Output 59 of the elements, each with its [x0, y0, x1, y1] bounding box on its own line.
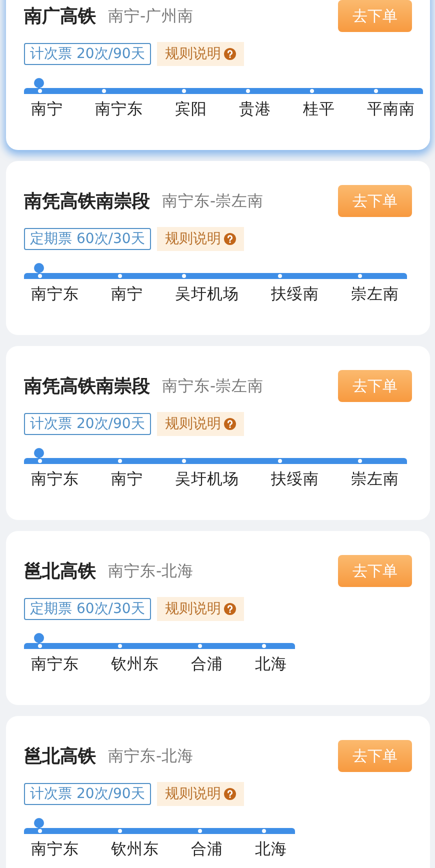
help-icon	[224, 788, 236, 800]
station-name: 合浦	[191, 839, 223, 860]
route-card[interactable]: 邕北高铁 南宁东-北海 去下单 计次票 20次/90天 规则说明 南宁东 钦州东 合浦 北海	[6, 716, 430, 868]
rules-link[interactable]: 规则说明	[156, 227, 244, 251]
station-name: 吴圩机场	[175, 284, 239, 305]
rules-link[interactable]: 规则说明	[156, 42, 244, 66]
help-icon	[224, 603, 236, 615]
help-icon	[224, 418, 236, 430]
station-name: 南宁东	[31, 839, 79, 860]
station-name: 北海	[255, 654, 287, 675]
order-button[interactable]: 去下单	[338, 370, 412, 402]
ticket-tag: 计次票 20次/90天	[24, 413, 151, 435]
rules-link[interactable]: 规则说明	[156, 412, 244, 436]
route-text: 南宁-广州南	[108, 6, 195, 26]
ticket-tag: 计次票 20次/90天	[24, 43, 151, 65]
station-name: 南宁	[111, 469, 143, 490]
station-name: 钦州东	[111, 654, 159, 675]
station-name: 贵港	[239, 99, 271, 120]
station-name: 合浦	[191, 654, 223, 675]
station-name: 南宁东	[31, 469, 79, 490]
line-name: 南凭高铁南崇段	[24, 375, 150, 398]
station-name: 南宁东	[31, 284, 79, 305]
station-name: 南宁	[111, 284, 143, 305]
rules-link[interactable]: 规则说明	[156, 782, 244, 806]
ticket-tag: 计次票 20次/90天	[24, 783, 151, 805]
station-name: 南宁东	[31, 654, 79, 675]
rules-link[interactable]: 规则说明	[156, 597, 244, 621]
station-name: 南宁东	[95, 99, 143, 120]
line-name: 邕北高铁	[24, 560, 96, 583]
order-button[interactable]: 去下单	[338, 0, 412, 32]
line-name: 邕北高铁	[24, 745, 96, 768]
route-card[interactable]: 邕北高铁 南宁东-北海 去下单 定期票 60次/30天 规则说明 南宁东 钦州东 合浦 北海	[6, 531, 430, 705]
station-name: 桂平	[303, 99, 335, 120]
order-button[interactable]: 去下单	[338, 740, 412, 772]
route-card[interactable]: 南凭高铁南崇段 南宁东-崇左南 去下单 计次票 20次/90天 规则说明 南宁东 南宁 吴圩机场 扶绥南 崇左南	[6, 346, 430, 520]
station-name: 崇左南	[351, 469, 399, 490]
station-name: 宾阳	[175, 99, 207, 120]
route-text: 南宁东-北海	[108, 560, 195, 582]
line-name: 南广高铁	[24, 5, 96, 28]
station-name: 扶绥南	[271, 284, 319, 305]
route-text: 南宁东-北海	[108, 746, 195, 766]
ticket-tag: 定期票 60次/30天	[24, 598, 151, 620]
route-card[interactable]: 南广高铁 南宁-广州南 去下单 计次票 20次/90天 规则说明 南宁 南宁东 宾阳 贵港 桂平 平南南	[6, 0, 430, 150]
station-name: 平南南	[367, 99, 415, 120]
help-icon	[224, 233, 236, 245]
route-text: 南宁东-崇左南	[162, 190, 265, 212]
help-icon	[224, 48, 236, 60]
station-name: 钦州东	[111, 839, 159, 860]
line-name: 南凭高铁南崇段	[24, 190, 150, 213]
station-name: 南宁	[31, 99, 63, 120]
order-button[interactable]: 去下单	[338, 185, 412, 217]
station-name: 吴圩机场	[175, 469, 239, 490]
route-text: 南宁东-崇左南	[162, 376, 265, 396]
station-name: 扶绥南	[271, 469, 319, 490]
route-card[interactable]: 南凭高铁南崇段 南宁东-崇左南 去下单 定期票 60次/30天 规则说明 南宁东 南宁 吴圩机场 扶绥南 崇左南	[6, 161, 430, 335]
ticket-tag: 定期票 60次/30天	[24, 228, 151, 250]
station-name: 崇左南	[351, 284, 399, 305]
order-button[interactable]: 去下单	[338, 555, 412, 587]
station-name: 北海	[255, 839, 287, 860]
